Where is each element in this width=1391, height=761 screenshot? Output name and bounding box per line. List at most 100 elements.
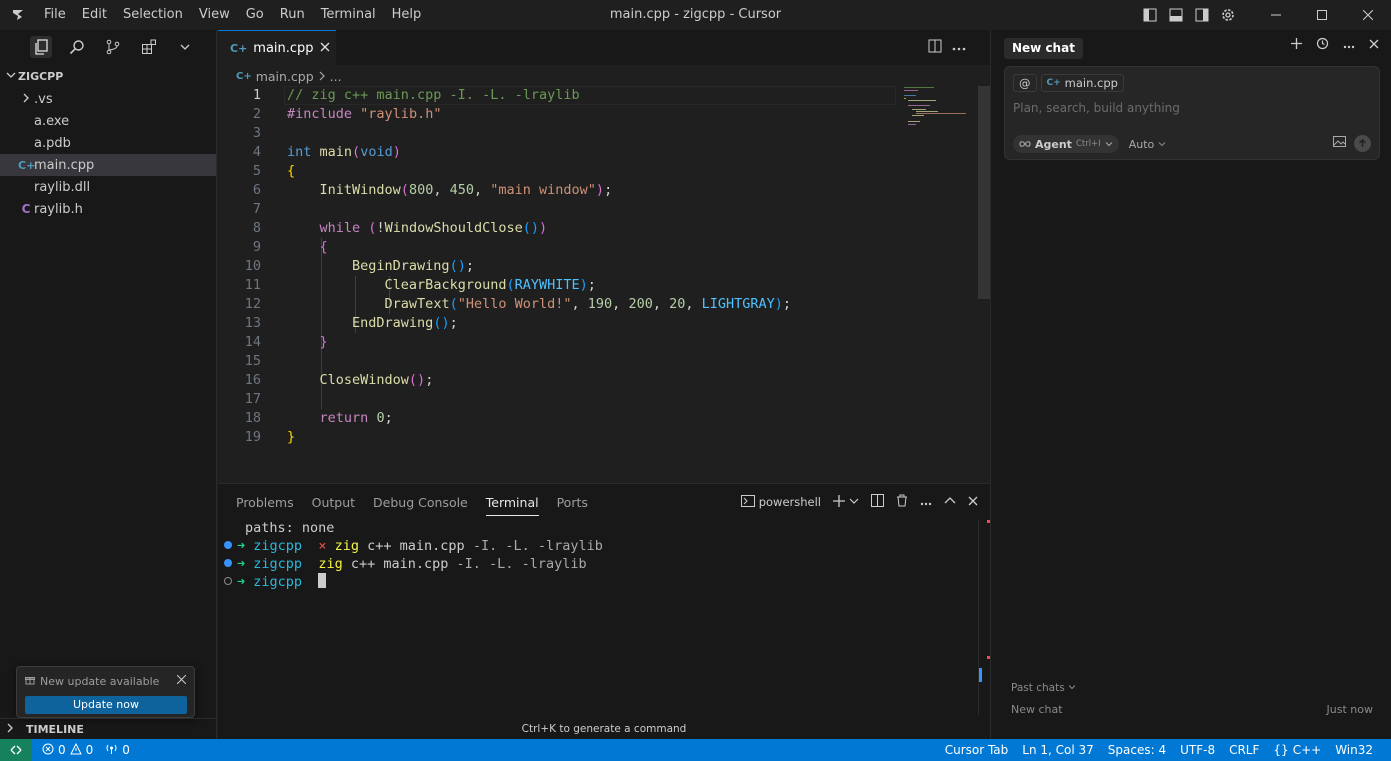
agent-mode-selector[interactable]: Agent Ctrl+I: [1013, 135, 1119, 153]
maximize-panel-icon[interactable]: [944, 495, 956, 509]
menu-view[interactable]: View: [191, 0, 238, 30]
tree-item-label: a.exe: [34, 113, 70, 129]
menu-file[interactable]: File: [36, 0, 74, 30]
explorer-folder-header[interactable]: ZIGCPP: [0, 64, 216, 88]
code-line: 19}: [244, 429, 296, 445]
language-mode[interactable]: {} C++: [1267, 743, 1327, 757]
cursor-tab-status[interactable]: Cursor Tab: [939, 743, 1015, 757]
cpp-file-icon: C+: [18, 158, 36, 172]
error-icon: [42, 743, 54, 758]
more-actions-icon[interactable]: [1343, 38, 1355, 53]
add-chat-icon[interactable]: [1291, 38, 1302, 53]
menu-help[interactable]: Help: [384, 0, 430, 30]
breadcrumb-file[interactable]: main.cpp: [256, 69, 314, 84]
tab-ports[interactable]: Ports: [557, 495, 588, 510]
trash-icon[interactable]: [896, 494, 908, 510]
update-now-button[interactable]: Update now: [25, 696, 187, 714]
terminal-icon: [740, 494, 755, 510]
close-icon[interactable]: [176, 673, 187, 687]
braces-icon: {}: [1273, 743, 1289, 757]
command-status-icon: [224, 577, 232, 585]
menu-selection[interactable]: Selection: [115, 0, 191, 30]
chevron-down-icon[interactable]: [849, 495, 859, 509]
settings-gear-icon[interactable]: [1215, 0, 1241, 30]
tree-item-a-pdb[interactable]: a.pdb: [0, 132, 216, 154]
tree-item-raylib-dll[interactable]: raylib.dll: [0, 176, 216, 198]
menu-terminal[interactable]: Terminal: [313, 0, 384, 30]
extensions-icon[interactable]: [138, 36, 160, 58]
terminal-hint: Ctrl+K to generate a command: [521, 723, 687, 735]
model-selector[interactable]: Auto: [1129, 138, 1166, 151]
code-line: 9 {: [252, 239, 328, 255]
source-control-icon[interactable]: [102, 36, 124, 58]
tree-item-raylib-h[interactable]: C raylib.h: [0, 198, 216, 220]
history-icon[interactable]: [1316, 37, 1329, 54]
image-attach-icon[interactable]: [1333, 136, 1346, 151]
chat-input-placeholder[interactable]: Plan, search, build anything: [1013, 101, 1180, 115]
code-line: 5{: [252, 163, 296, 179]
shell-selector[interactable]: powershell: [740, 494, 821, 510]
toggle-secondary-sidebar-icon[interactable]: [1189, 0, 1215, 30]
ports-status[interactable]: 0: [99, 743, 136, 758]
chat-input-box[interactable]: @ C+ main.cpp Plan, search, build anythi…: [1004, 66, 1380, 160]
code-line: 10 BeginDrawing();: [244, 258, 474, 274]
platform-status[interactable]: Win32: [1329, 743, 1379, 757]
chevron-down-icon[interactable]: [174, 36, 196, 58]
tab-main-cpp[interactable]: C+ main.cpp: [218, 30, 336, 65]
encoding-status[interactable]: UTF-8: [1174, 743, 1221, 757]
chevron-down-icon: [1105, 138, 1113, 151]
code-line: 7: [252, 201, 261, 217]
tree-item-a-exe[interactable]: a.exe: [0, 110, 216, 132]
mention-button[interactable]: @: [1013, 74, 1037, 92]
search-icon[interactable]: [66, 36, 88, 58]
timeline-section-header[interactable]: TIMELINE: [0, 718, 217, 739]
close-panel-icon[interactable]: [968, 495, 978, 509]
tab-terminal[interactable]: Terminal: [485, 495, 539, 516]
context-file-chip[interactable]: C+ main.cpp: [1040, 74, 1124, 92]
terminal-prompt[interactable]: ➜ zigcpp: [224, 573, 327, 591]
code-line: 17: [244, 391, 261, 407]
close-icon[interactable]: [1369, 38, 1379, 53]
remote-indicator[interactable]: [0, 739, 32, 761]
more-actions-icon[interactable]: [952, 40, 966, 55]
tab-new-chat[interactable]: New chat: [1004, 38, 1083, 59]
menu-edit[interactable]: Edit: [74, 0, 115, 30]
terminal-cursor: [318, 573, 327, 588]
indentation-status[interactable]: Spaces: 4: [1102, 743, 1172, 757]
past-chats-header[interactable]: Past chats: [1011, 682, 1076, 694]
tab-output[interactable]: Output: [312, 495, 355, 510]
close-tab-icon[interactable]: [320, 41, 330, 56]
minimize-button[interactable]: [1253, 0, 1299, 30]
menu-go[interactable]: Go: [238, 0, 272, 30]
split-editor-icon[interactable]: [928, 39, 942, 57]
terminal-line: paths: none: [245, 520, 335, 536]
minimap[interactable]: [900, 86, 978, 126]
code-editor[interactable]: 1// zig c++ main.cpp -I. -L. -lraylib 2 #…: [218, 86, 990, 482]
tree-item-label: raylib.h: [34, 201, 83, 217]
chat-pane: New chat @ C+ main.cpp Plan, search, bui…: [990, 30, 1391, 739]
activity-bar: [0, 30, 216, 64]
explorer-files-icon[interactable]: [30, 36, 52, 58]
menu-run[interactable]: Run: [272, 0, 313, 30]
tree-item-main-cpp[interactable]: C+ main.cpp: [0, 154, 216, 176]
past-chat-item[interactable]: New chat Just now: [1011, 703, 1373, 716]
split-terminal-icon[interactable]: [871, 494, 884, 510]
more-actions-icon[interactable]: [920, 495, 932, 509]
terminal-scrollbar[interactable]: [978, 520, 990, 715]
toggle-primary-sidebar-icon[interactable]: [1137, 0, 1163, 30]
editor-scrollbar[interactable]: [978, 86, 990, 299]
maximize-button[interactable]: [1299, 0, 1345, 30]
toggle-panel-icon[interactable]: [1163, 0, 1189, 30]
tab-problems[interactable]: Problems: [236, 495, 294, 510]
problems-status[interactable]: 0 0: [32, 742, 99, 758]
close-window-button[interactable]: [1345, 0, 1391, 30]
chevron-right-icon: [18, 92, 34, 106]
tree-item-vs[interactable]: .vs: [0, 88, 216, 110]
send-button[interactable]: [1354, 135, 1371, 152]
code-line: 6 InitWindow(800, 450, "main window");: [252, 182, 613, 198]
cursor-position[interactable]: Ln 1, Col 37: [1016, 743, 1100, 757]
new-terminal-icon[interactable]: [833, 494, 845, 510]
tab-debug-console[interactable]: Debug Console: [373, 495, 468, 510]
eol-status[interactable]: CRLF: [1223, 743, 1265, 757]
breadcrumb-symbol[interactable]: ...: [330, 69, 342, 84]
